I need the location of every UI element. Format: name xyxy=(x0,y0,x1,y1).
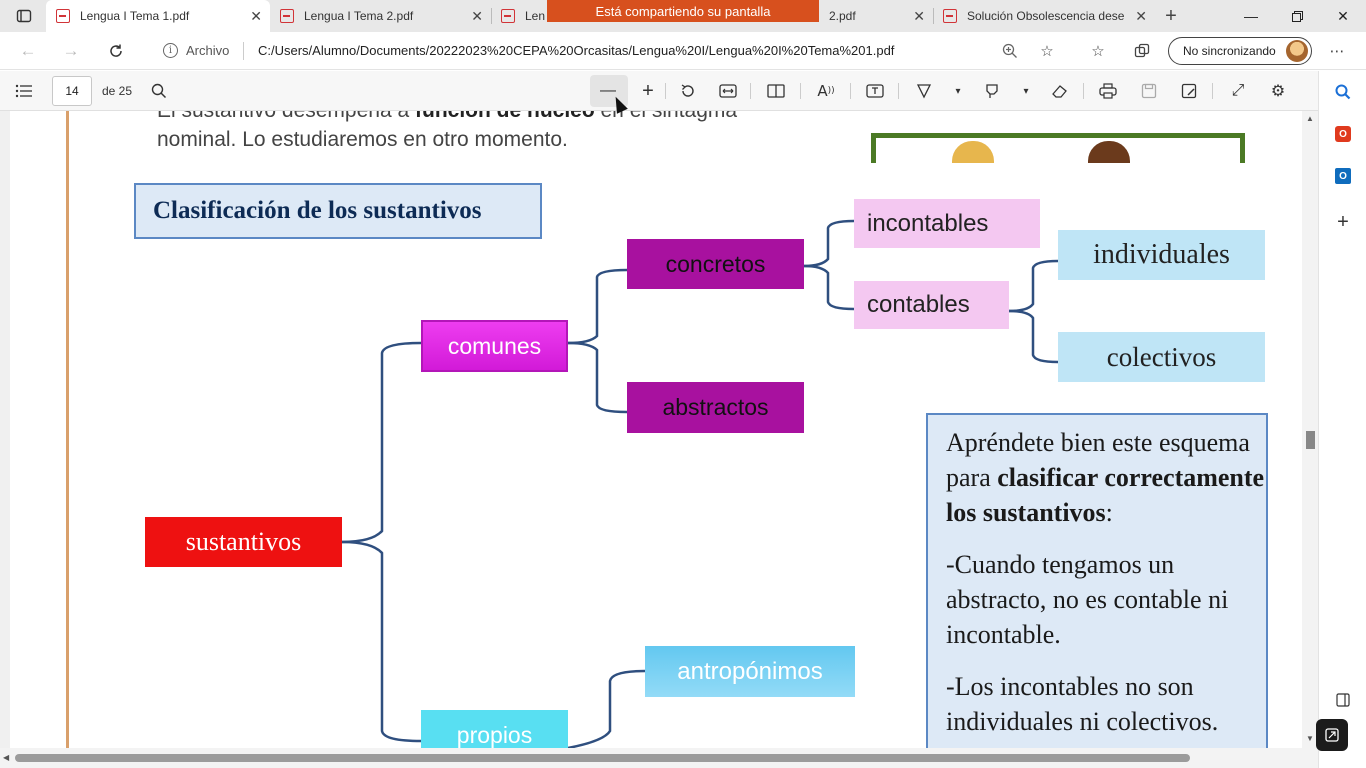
tab-label: Lengua I Tema 2.pdf xyxy=(304,9,414,23)
fullscreen-icon[interactable]: ⤢ xyxy=(1228,81,1248,101)
close-window-icon[interactable]: ✕ xyxy=(1320,0,1366,32)
study-note-box: Apréndete bien este esquema para clasifi… xyxy=(926,413,1268,748)
hide-sidebar-icon[interactable] xyxy=(1331,688,1355,712)
erase-icon[interactable] xyxy=(1050,81,1070,101)
profile-sync-button[interactable]: No sincronizando xyxy=(1168,37,1312,65)
minimize-icon[interactable]: — xyxy=(1228,0,1274,32)
add-favorite-icon[interactable]: ☆ xyxy=(1037,41,1057,61)
office-icon[interactable]: O xyxy=(1331,122,1355,146)
read-aloud-icon[interactable]: A)) xyxy=(816,81,836,101)
rotate-icon[interactable] xyxy=(678,81,698,101)
contents-icon[interactable] xyxy=(14,81,34,101)
node-contables: contables xyxy=(854,281,1009,329)
note-text: : xyxy=(1105,498,1113,527)
address-bar: ← → i Archivo C:/Users/Alumno/Documents/… xyxy=(0,32,1366,70)
toolbar-separator xyxy=(665,83,666,99)
note-paragraph-1: Apréndete bien este esquema para clasifi… xyxy=(946,425,1266,530)
node-abstractos: abstractos xyxy=(627,382,804,433)
page-count: de 25 xyxy=(102,84,133,98)
print-icon[interactable] xyxy=(1098,81,1118,101)
tab-bar: Lengua I Tema 1.pdf ✕ Lengua I Tema 2.pd… xyxy=(0,0,1366,32)
new-tab-icon[interactable]: + xyxy=(1161,5,1181,27)
restore-icon[interactable] xyxy=(1274,0,1320,32)
node-antroponimos: antropónimos xyxy=(645,646,855,697)
pdf-toolbar: 14 de 25 — + A)) ▾ ▾ ⤢ ⚙ xyxy=(0,71,1318,111)
forward-icon[interactable]: → xyxy=(60,40,82,62)
save-as-icon[interactable] xyxy=(1179,81,1199,101)
node-sustantivos: sustantivos xyxy=(145,517,342,567)
pdf-page: El sustantivo desempeña a función de núc… xyxy=(0,111,1302,748)
add-text-icon[interactable] xyxy=(865,81,885,101)
highlight-options-chevron-icon[interactable]: ▾ xyxy=(1016,81,1036,101)
info-icon[interactable]: i xyxy=(163,43,178,58)
toolbar-separator xyxy=(898,83,899,99)
search-icon[interactable] xyxy=(1331,80,1355,104)
zoom-in-icon[interactable]: + xyxy=(638,80,658,102)
save-icon[interactable] xyxy=(1139,81,1159,101)
favorites-icon[interactable]: ☆ xyxy=(1088,41,1108,61)
tab-actions-icon[interactable] xyxy=(14,6,34,26)
toolbar-separator xyxy=(750,83,751,99)
tab-label: 2.pdf xyxy=(829,9,856,23)
address-divider xyxy=(243,42,244,60)
sync-label: No sincronizando xyxy=(1183,44,1276,58)
more-menu-icon[interactable]: ⋯ xyxy=(1327,41,1347,61)
toolbar-separator xyxy=(800,83,801,99)
url-field[interactable]: C:/Users/Alumno/Documents/20222023%20CEP… xyxy=(258,43,894,58)
tab-label: Len xyxy=(525,9,546,23)
scroll-down-icon[interactable]: ▼ xyxy=(1306,734,1314,743)
page-number-input[interactable]: 14 xyxy=(52,76,92,106)
toolbar-separator xyxy=(850,83,851,99)
highlight-icon[interactable] xyxy=(982,81,1002,101)
add-sidebar-app-icon[interactable]: + xyxy=(1331,210,1355,234)
close-icon[interactable]: ✕ xyxy=(250,8,262,25)
scroll-up-icon[interactable]: ▲ xyxy=(1306,114,1314,123)
tab-lengua-3[interactable]: Len xyxy=(491,0,551,32)
node-individuales: individuales xyxy=(1058,230,1265,280)
screen-capture-icon[interactable] xyxy=(1316,719,1348,751)
search-icon[interactable] xyxy=(149,81,169,101)
draw-options-chevron-icon[interactable]: ▾ xyxy=(948,81,968,101)
tab-label: Lengua I Tema 1.pdf xyxy=(80,9,190,23)
draw-icon[interactable] xyxy=(914,81,934,101)
node-comunes: comunes xyxy=(421,320,568,372)
node-incontables: incontables xyxy=(854,199,1040,248)
page-view-icon[interactable] xyxy=(766,81,786,101)
horizontal-scrollbar[interactable]: ◀ xyxy=(0,748,1318,768)
scroll-left-icon[interactable]: ◀ xyxy=(3,753,9,762)
outlook-icon[interactable]: O xyxy=(1331,164,1355,188)
tab-lengua-tema2[interactable]: Lengua I Tema 2.pdf ✕ xyxy=(270,0,491,32)
node-colectivos: colectivos xyxy=(1058,332,1265,382)
close-icon[interactable]: ✕ xyxy=(471,8,483,25)
close-icon[interactable]: ✕ xyxy=(1135,8,1147,25)
node-propios: propios xyxy=(421,710,568,748)
pdf-icon xyxy=(501,9,515,23)
pdf-icon xyxy=(280,9,294,23)
collections-icon[interactable] xyxy=(1132,41,1152,61)
vertical-scroll-thumb[interactable] xyxy=(1306,431,1315,449)
edge-sidebar: O O + xyxy=(1318,71,1366,768)
address-scheme-label: Archivo xyxy=(186,43,230,58)
zoom-icon[interactable] xyxy=(1000,41,1020,61)
pdf-icon xyxy=(56,9,70,23)
note-paragraph-2: -Cuando tengamos un abstracto, no es con… xyxy=(946,550,1229,649)
tab-lengua-4[interactable]: 2.pdf ✕ xyxy=(819,0,933,32)
screen-share-banner[interactable]: Está compartiendo su pantalla xyxy=(547,0,819,22)
tab-label: Solución Obsolescencia dese xyxy=(967,9,1125,23)
avatar xyxy=(1286,40,1308,62)
tab-solucion[interactable]: Solución Obsolescencia dese ✕ xyxy=(933,0,1155,32)
refresh-icon[interactable] xyxy=(105,40,127,62)
fit-width-icon[interactable] xyxy=(718,81,738,101)
close-icon[interactable]: ✕ xyxy=(913,8,925,25)
toolbar-separator xyxy=(1083,83,1084,99)
note-paragraph-3: -Los incontables no son individuales ni … xyxy=(946,672,1219,736)
vertical-scrollbar[interactable]: ▲ ▼ xyxy=(1302,111,1318,748)
back-icon[interactable]: ← xyxy=(17,40,39,62)
tab-lengua-tema1[interactable]: Lengua I Tema 1.pdf ✕ xyxy=(46,0,270,32)
pdf-icon xyxy=(943,9,957,23)
settings-gear-icon[interactable]: ⚙ xyxy=(1268,81,1288,101)
horizontal-scroll-thumb[interactable] xyxy=(15,754,1190,762)
toolbar-separator xyxy=(1212,83,1213,99)
node-concretos: concretos xyxy=(627,239,804,289)
